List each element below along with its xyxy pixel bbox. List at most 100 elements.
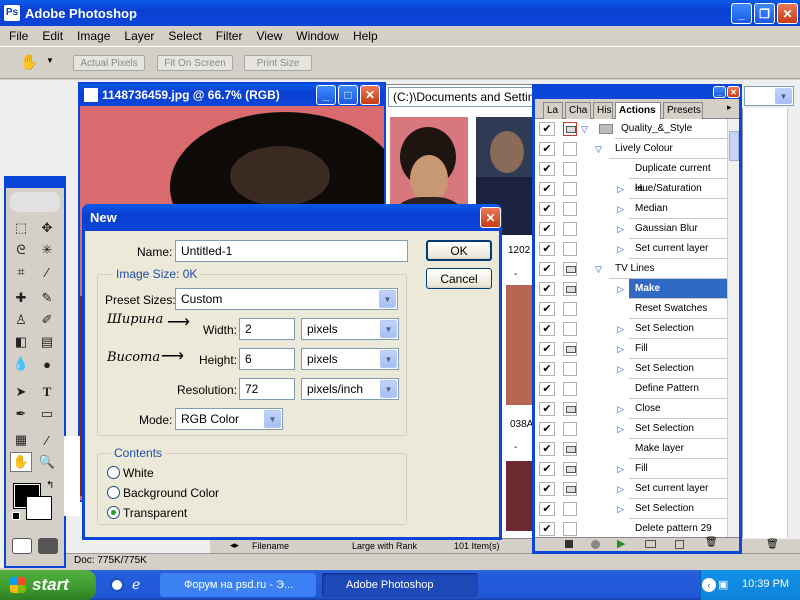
palette-minimize-button[interactable]: _ <box>713 86 726 98</box>
toggle-checkbox[interactable]: ✔ <box>539 322 555 336</box>
dialog-toggle[interactable] <box>563 422 577 436</box>
eraser-tool-icon[interactable]: ◧ <box>10 332 32 352</box>
action-row[interactable]: ✔ ▽ Lively Colour <box>535 139 727 159</box>
expand-triangle-icon[interactable]: ▽ <box>581 124 588 135</box>
minimize-button[interactable]: _ <box>731 3 752 24</box>
menu-edit[interactable]: Edit <box>35 26 70 46</box>
dialog-toggle[interactable] <box>563 202 577 216</box>
collapse-triangle-icon[interactable]: ▷ <box>617 504 624 515</box>
radio-transparent-label[interactable]: Transparent <box>123 506 187 520</box>
dialog-toggle[interactable] <box>563 322 577 336</box>
path-dropdown[interactable]: ▼ <box>744 86 794 106</box>
palette-menu-icon[interactable]: ▸ <box>727 102 732 113</box>
path-field[interactable]: (C:)\Documents and Settin <box>388 87 534 107</box>
thumbnail[interactable] <box>506 285 534 405</box>
zoom-tool-icon[interactable]: 🔍 <box>36 452 58 472</box>
filename-column[interactable]: Filename <box>252 541 289 551</box>
slice-tool-icon[interactable]: ⁄ <box>36 262 58 282</box>
action-row[interactable]: ✔ ▷ Fill <box>535 339 727 359</box>
play-icon[interactable]: ▶ <box>617 537 625 550</box>
height-unit-select[interactable]: pixels ▼ <box>301 348 399 370</box>
expand-triangle-icon[interactable]: ▽ <box>595 264 602 275</box>
standard-mode-icon[interactable] <box>12 538 32 554</box>
dialog-toggle[interactable] <box>563 442 577 456</box>
gradient-tool-icon[interactable]: ▤ <box>36 332 58 352</box>
action-row[interactable]: ✔ ▷ Hue/Saturation <box>535 179 727 199</box>
action-row[interactable]: ✔ Reset Swatches <box>535 299 727 319</box>
dialog-toggle[interactable] <box>563 382 577 396</box>
toggle-checkbox[interactable]: ✔ <box>539 342 555 356</box>
dialog-toggle[interactable] <box>563 402 577 416</box>
toggle-checkbox[interactable]: ✔ <box>539 442 555 456</box>
toggle-checkbox[interactable]: ✔ <box>539 142 555 156</box>
collapse-triangle-icon[interactable]: ▷ <box>617 344 624 355</box>
tab-cha[interactable]: Cha <box>565 102 591 119</box>
taskbar-item-photoshop[interactable]: Adobe Photoshop <box>322 573 478 597</box>
taskbar-item-forum[interactable]: Форум на psd.ru - Э... <box>160 573 316 597</box>
collapse-triangle-icon[interactable]: ▷ <box>617 364 624 375</box>
tab-actions[interactable]: Actions <box>615 102 661 119</box>
marquee-tool-icon[interactable]: ⬚ <box>10 218 32 238</box>
network-icon[interactable]: ▣ <box>718 578 728 591</box>
notes-tool-icon[interactable]: ▦ <box>10 430 32 450</box>
action-row[interactable]: ✔ ▷ Median <box>535 199 727 219</box>
brush-tool-icon[interactable]: ✎ <box>36 288 58 308</box>
thumbnail[interactable] <box>506 461 534 531</box>
tab-his[interactable]: His <box>593 102 613 119</box>
menu-filter[interactable]: Filter <box>209 26 250 46</box>
sort-dropdown[interactable]: Large with Rank <box>352 541 417 551</box>
collapse-triangle-icon[interactable]: ▷ <box>617 224 624 235</box>
dodge-tool-icon[interactable]: ● <box>36 354 58 374</box>
tool-preset-dropdown-icon[interactable]: ▼ <box>46 56 54 65</box>
menu-view[interactable]: View <box>249 26 289 46</box>
width-unit-select[interactable]: pixels ▼ <box>301 318 399 340</box>
menu-file[interactable]: File <box>2 26 35 46</box>
healing-brush-icon[interactable]: ✚ <box>10 288 32 308</box>
menu-image[interactable]: Image <box>70 26 117 46</box>
dialog-toggle[interactable] <box>563 162 577 176</box>
dialog-toggle[interactable] <box>563 502 577 516</box>
radio-transparent[interactable] <box>107 506 120 519</box>
resolution-unit-select[interactable]: pixels/inch ▼ <box>301 378 399 400</box>
collapse-triangle-icon[interactable]: ▷ <box>617 284 624 295</box>
collapse-triangle-icon[interactable]: ▷ <box>617 184 624 195</box>
menu-layer[interactable]: Layer <box>117 26 161 46</box>
action-row[interactable]: ✔ ▷ Set current layer <box>535 479 727 499</box>
toggle-checkbox[interactable]: ✔ <box>539 182 555 196</box>
name-field[interactable]: Untitled-1 <box>175 240 408 262</box>
hand-tool-icon[interactable]: ✋ <box>10 452 32 472</box>
toggle-checkbox[interactable]: ✔ <box>539 502 555 516</box>
toggle-checkbox[interactable]: ✔ <box>539 242 555 256</box>
dialog-toggle[interactable] <box>563 462 577 476</box>
radio-background-color-label[interactable]: Background Color <box>123 486 219 500</box>
action-row[interactable]: ✔ Delete pattern 29 <box>535 519 727 537</box>
action-row[interactable]: ✔ ▷ Fill <box>535 459 727 479</box>
dialog-toggle[interactable] <box>563 342 577 356</box>
collapse-triangle-icon[interactable]: ▷ <box>617 404 624 415</box>
cancel-button[interactable]: Cancel <box>426 268 492 289</box>
dialog-toggle[interactable] <box>563 242 577 256</box>
print-size-button[interactable]: Print Size <box>244 55 312 71</box>
dialog-toggle[interactable] <box>563 222 577 236</box>
actual-pixels-button[interactable]: Actual Pixels <box>73 55 145 71</box>
lasso-tool-icon[interactable]: ᘓ <box>10 240 32 260</box>
dialog-close-button[interactable]: ✕ <box>480 207 501 228</box>
new-action-icon[interactable] <box>675 540 684 549</box>
action-row[interactable]: ✔ ▽ TV Lines <box>535 259 727 279</box>
dialog-toggle[interactable] <box>563 142 577 156</box>
toggle-checkbox[interactable]: ✔ <box>539 122 555 136</box>
swap-colors-icon[interactable]: ↰ <box>46 480 54 491</box>
dialog-toggle[interactable] <box>563 182 577 196</box>
quicklaunch-icon[interactable] <box>110 578 124 592</box>
toggle-checkbox[interactable]: ✔ <box>539 482 555 496</box>
tab-presets[interactable]: Presets <box>663 102 703 119</box>
palette-scrollbar[interactable] <box>727 119 739 537</box>
chevron-down-icon[interactable]: ▼ <box>775 88 792 104</box>
tab-la[interactable]: La <box>543 102 563 119</box>
collapse-triangle-icon[interactable]: ▷ <box>617 204 624 215</box>
stamp-tool-icon[interactable]: ♙ <box>10 310 32 330</box>
toggle-checkbox[interactable]: ✔ <box>539 162 555 176</box>
dialog-toggle[interactable] <box>563 302 577 316</box>
action-row[interactable]: ✔ ▷ Set Selection <box>535 359 727 379</box>
action-row[interactable]: ✔ ▷ Set Selection <box>535 419 727 439</box>
